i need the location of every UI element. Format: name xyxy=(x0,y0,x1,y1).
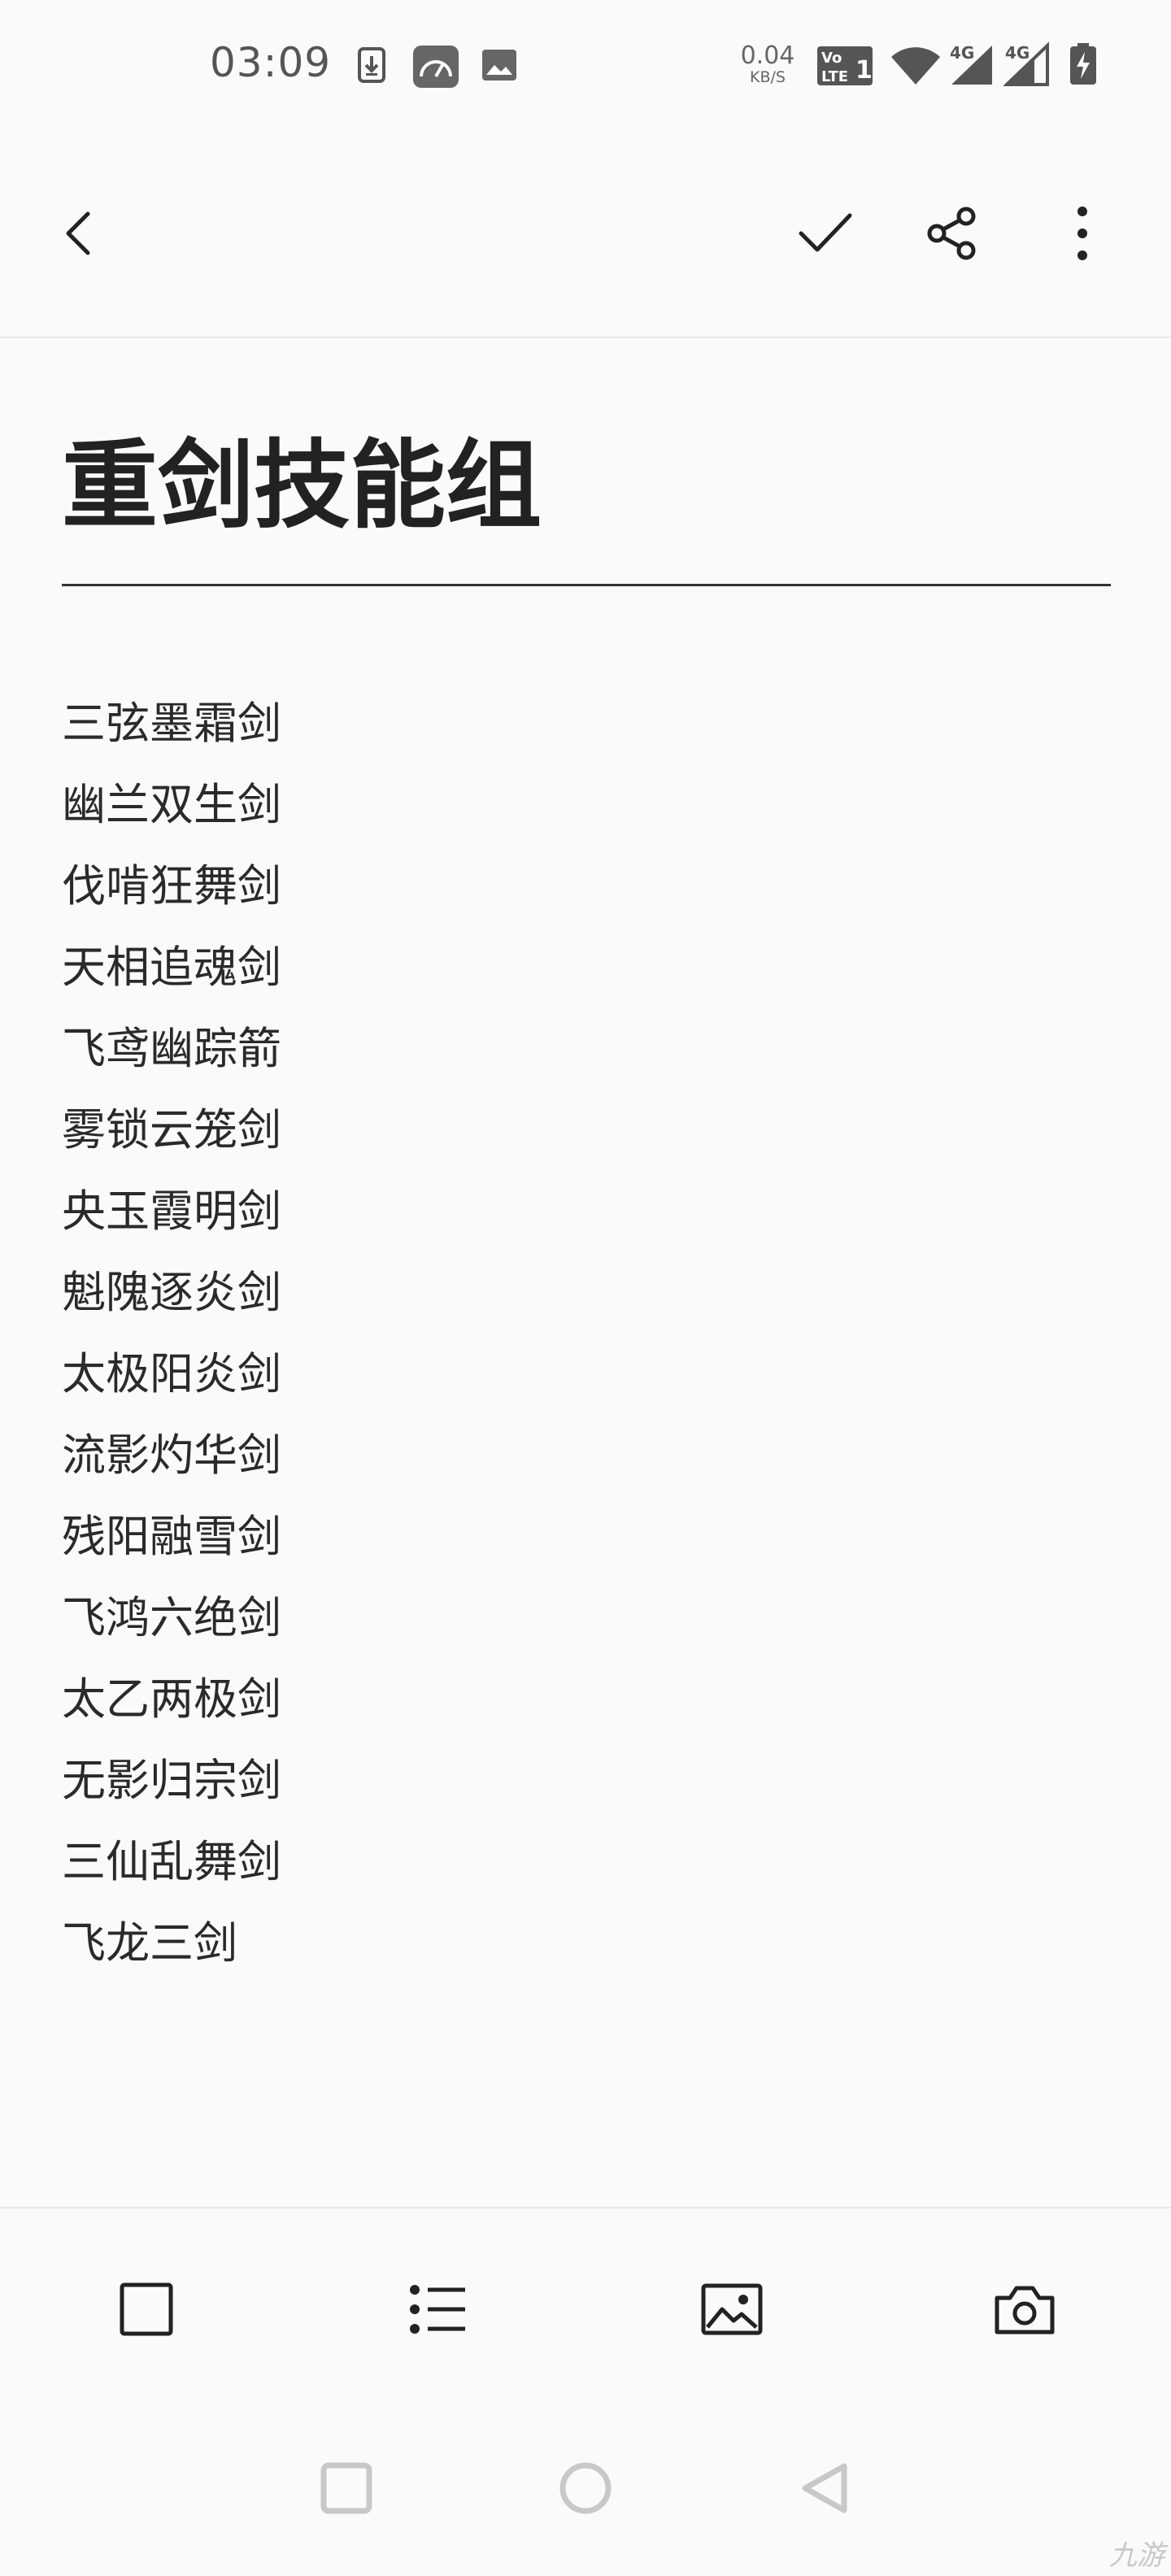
save-check-button[interactable] xyxy=(781,189,870,278)
bullet-list-icon xyxy=(410,2285,465,2334)
bottom-toolbar-divider xyxy=(0,2207,1171,2208)
note-line[interactable]: 飞鸢幽踪箭 xyxy=(62,1008,1103,1090)
checkbox-button[interactable] xyxy=(98,2261,195,2358)
note-line[interactable]: 幽兰双生剑 xyxy=(62,764,1103,846)
note-line[interactable]: 飞龙三剑 xyxy=(62,1903,1103,1984)
note-line[interactable]: 太极阳炎剑 xyxy=(62,1334,1103,1415)
svg-text:Vo: Vo xyxy=(821,50,842,67)
note-line[interactable]: 太乙两极剑 xyxy=(62,1659,1103,1740)
note-line[interactable]: 三弦墨霜剑 xyxy=(62,683,1103,764)
svg-text:4G: 4G xyxy=(950,43,974,63)
svg-text:4G: 4G xyxy=(1005,43,1030,63)
recents-square-icon xyxy=(320,2462,372,2514)
svg-text:LTE: LTE xyxy=(821,68,848,85)
note-line[interactable]: 三仙乱舞剑 xyxy=(62,1821,1103,1903)
wifi-icon xyxy=(890,46,942,89)
checkbox-icon xyxy=(120,2282,173,2336)
more-options-button[interactable] xyxy=(1038,189,1127,278)
net-speed: 0.04 KB/S xyxy=(738,44,797,85)
note-body[interactable]: 三弦墨霜剑 幽兰双生剑 伐啃狂舞剑 天相追魂剑 飞鸢幽踪箭 雾锁云笼剑 央玉霞明… xyxy=(62,683,1103,1984)
status-time: 03:09 xyxy=(210,39,332,86)
volte-icon: Vo LTE 1 xyxy=(816,46,873,89)
svg-text:1: 1 xyxy=(855,56,873,85)
image-notification-icon xyxy=(481,49,517,85)
signal-icon: 4G xyxy=(948,41,995,89)
share-icon xyxy=(927,207,976,260)
gauge-icon xyxy=(411,44,460,93)
nav-recents-button[interactable] xyxy=(298,2439,395,2537)
note-line[interactable]: 伐啃狂舞剑 xyxy=(62,846,1103,927)
back-button[interactable] xyxy=(34,189,124,278)
note-line[interactable]: 魁隗逐炎剑 xyxy=(62,1252,1103,1334)
bullet-list-button[interactable] xyxy=(389,2261,486,2358)
image-icon xyxy=(701,2283,763,2335)
note-line[interactable]: 雾锁云笼剑 xyxy=(62,1090,1103,1171)
back-icon xyxy=(66,211,90,255)
back-triangle-icon xyxy=(802,2463,847,2513)
home-circle-icon xyxy=(559,2462,612,2514)
download-icon xyxy=(358,47,385,86)
note-line[interactable]: 流影灼华剑 xyxy=(62,1415,1103,1496)
battery-charging-icon xyxy=(1069,42,1098,89)
watermark: 九游 xyxy=(1109,2539,1164,2572)
more-vertical-icon xyxy=(1077,207,1087,260)
camera-icon xyxy=(995,2286,1055,2334)
status-bar: 03:09 0.04 KB/S Vo LTE 1 4G 4G xyxy=(0,0,1171,130)
note-title[interactable]: 重剑技能组 xyxy=(62,430,542,542)
note-line[interactable]: 飞鸿六绝剑 xyxy=(62,1577,1103,1659)
camera-button[interactable] xyxy=(976,2261,1073,2358)
net-speed-unit: KB/S xyxy=(750,68,786,86)
note-line[interactable]: 无影归宗剑 xyxy=(62,1740,1103,1821)
note-line[interactable]: 残阳融雪剑 xyxy=(62,1496,1103,1577)
net-speed-value: 0.04 xyxy=(740,41,795,70)
nav-back-button[interactable] xyxy=(776,2439,873,2537)
share-button[interactable] xyxy=(908,189,997,278)
check-icon xyxy=(799,213,852,252)
insert-image-button[interactable] xyxy=(683,2261,781,2358)
toolbar xyxy=(0,130,1171,338)
nav-home-button[interactable] xyxy=(537,2439,634,2537)
note-line[interactable]: 天相追魂剑 xyxy=(62,927,1103,1008)
note-line[interactable]: 央玉霞明剑 xyxy=(62,1171,1103,1252)
signal-icon: 4G xyxy=(1003,41,1051,89)
title-divider xyxy=(62,584,1111,586)
